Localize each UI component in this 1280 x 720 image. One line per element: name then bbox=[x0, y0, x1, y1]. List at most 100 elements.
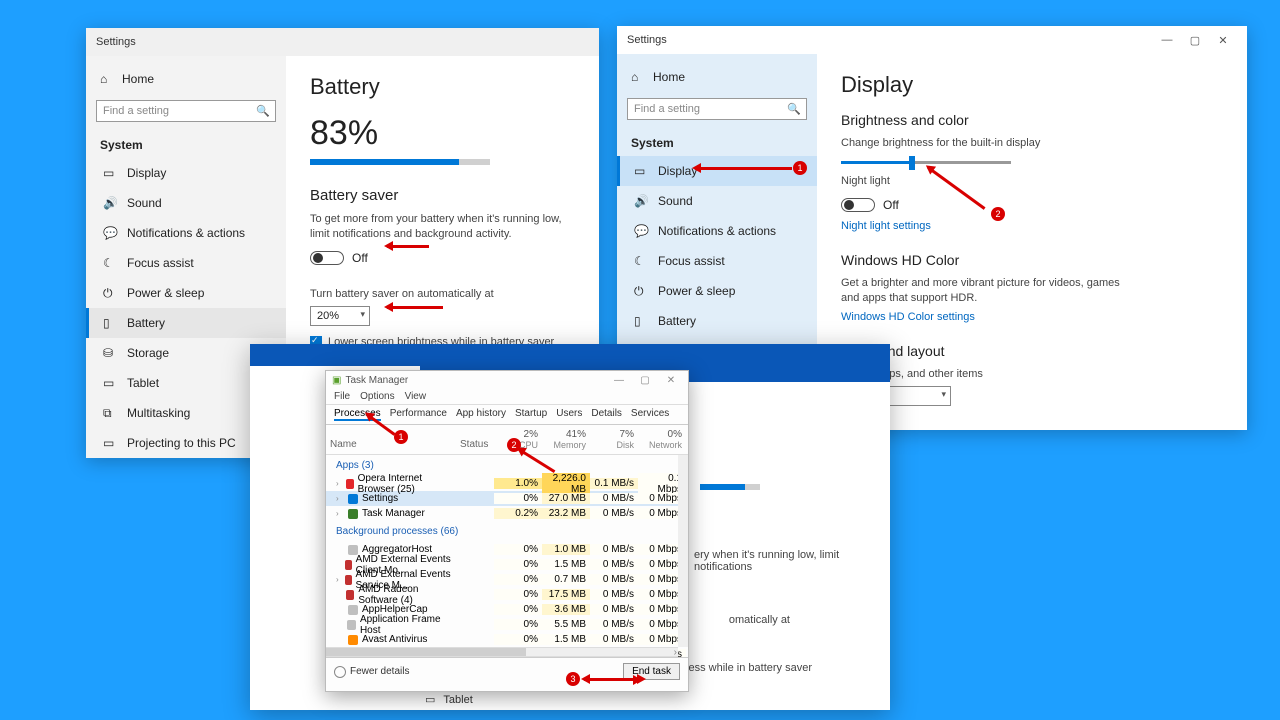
horizontal-scrollbar[interactable]: ‹ › bbox=[326, 647, 678, 657]
process-row[interactable]: AMD Radeon Software (4)0%17.5 MB0 MB/s0 … bbox=[326, 587, 688, 602]
sidebar-item-label: Battery bbox=[127, 316, 165, 330]
col-disk[interactable]: 7%Disk bbox=[590, 428, 638, 452]
tm-titlebar: ▣ Task Manager — ▢ ✕ bbox=[326, 371, 688, 389]
fewer-details-button[interactable]: Fewer details bbox=[334, 666, 409, 678]
expand-icon[interactable]: › bbox=[336, 509, 344, 518]
cpu-cell: 0% bbox=[494, 493, 542, 504]
process-row[interactable]: Application Frame Host0%5.5 MB0 MB/s0 Mb… bbox=[326, 617, 688, 632]
expand-icon[interactable]: › bbox=[336, 479, 342, 488]
nav-icon: ☾ bbox=[103, 256, 117, 270]
nav-icon: ▭ bbox=[634, 164, 648, 178]
sidebar-item-sound[interactable]: 🔊Sound bbox=[86, 188, 286, 218]
cpu-cell: 0% bbox=[494, 544, 542, 555]
sidebar-item-power-sleep[interactable]: ⏻Power & sleep bbox=[86, 278, 286, 308]
annotation-badge-3: 3 bbox=[566, 672, 580, 686]
col-name[interactable]: Name bbox=[326, 437, 456, 452]
col-memory[interactable]: 41%Memory bbox=[542, 428, 590, 452]
night-light-state: Off bbox=[883, 198, 899, 212]
annotation-badge-1: 1 bbox=[793, 161, 807, 175]
brightness-label: Change brightness for the built-in displ… bbox=[841, 136, 1131, 151]
expand-icon[interactable]: › bbox=[336, 494, 344, 503]
disk-cell: 0 MB/s bbox=[590, 574, 638, 585]
night-light-toggle[interactable] bbox=[841, 198, 875, 212]
task-manager-window: ▣ Task Manager — ▢ ✕ FileOptionsView Pro… bbox=[325, 370, 689, 692]
annotation-arrow bbox=[387, 306, 443, 309]
sidebar-item-label: Power & sleep bbox=[127, 286, 204, 300]
annotation-arrow bbox=[387, 245, 429, 248]
process-row[interactable]: Avast Antivirus0%1.5 MB0 MB/s0 Mbps bbox=[326, 632, 688, 647]
maximize-button[interactable]: ▢ bbox=[1181, 34, 1209, 47]
nav-icon: ▭ bbox=[103, 376, 117, 390]
process-row[interactable]: ›Opera Internet Browser (25)1.0%2,226.0 … bbox=[326, 476, 688, 491]
tm-menubar: File Options View bbox=[326, 389, 688, 405]
process-name: Application Frame Host bbox=[360, 614, 452, 636]
search-icon: 🔍 bbox=[256, 105, 270, 118]
tab-details[interactable]: Details bbox=[591, 408, 622, 421]
search-input[interactable]: Find a setting bbox=[627, 98, 807, 120]
sidebar-item-battery[interactable]: ▯Battery bbox=[617, 306, 817, 336]
sidebar-item-power-sleep[interactable]: ⏻Power & sleep bbox=[617, 276, 817, 306]
app-title: Settings bbox=[96, 36, 136, 48]
battery-saver-toggle[interactable] bbox=[310, 251, 344, 265]
minimize-button[interactable]: — bbox=[608, 375, 630, 386]
maximize-button[interactable]: ▢ bbox=[634, 375, 656, 386]
app-icon bbox=[348, 635, 358, 645]
sidebar-item-notifications-actions[interactable]: 💬Notifications & actions bbox=[86, 218, 286, 248]
night-light-settings-link[interactable]: Night light settings bbox=[841, 220, 1223, 232]
tab-performance[interactable]: Performance bbox=[390, 408, 447, 421]
section-brightness: Brightness and color bbox=[841, 112, 1223, 128]
nav-home[interactable]: ⌂ Home bbox=[86, 64, 286, 94]
sidebar-item-display[interactable]: ▭Display bbox=[617, 156, 817, 186]
tm-title-text: Task Manager bbox=[345, 375, 408, 386]
sidebar-item-label: Focus assist bbox=[658, 254, 725, 268]
auto-on-label: Turn battery saver on automatically at bbox=[310, 287, 575, 302]
folder-icon: ▭ bbox=[425, 693, 435, 706]
process-row[interactable]: ›Settings0%27.0 MB0 MB/s0 Mbps bbox=[326, 491, 688, 506]
minimize-button[interactable]: — bbox=[1153, 34, 1181, 46]
sidebar-item-label: Storage bbox=[127, 346, 169, 360]
nav-icon: ⛁ bbox=[103, 346, 117, 360]
tab-app-history[interactable]: App history bbox=[456, 408, 506, 421]
cpu-cell: 0% bbox=[494, 634, 542, 645]
disk-cell: 0 MB/s bbox=[590, 604, 638, 615]
disk-cell: 0 MB/s bbox=[590, 559, 638, 570]
sidebar-item-battery[interactable]: ▯Battery bbox=[86, 308, 286, 338]
fewer-details-label: Fewer details bbox=[350, 666, 409, 677]
sidebar-item-focus-assist[interactable]: ☾Focus assist bbox=[617, 246, 817, 276]
hdcolor-link[interactable]: Windows HD Color settings bbox=[841, 311, 975, 323]
section-battery-saver: Battery saver bbox=[310, 187, 575, 204]
app-icon bbox=[346, 479, 354, 489]
tab-services[interactable]: Services bbox=[631, 408, 669, 421]
nav-home[interactable]: ⌂ Home bbox=[617, 62, 817, 92]
section-hdcolor: Windows HD Color bbox=[841, 252, 1223, 268]
col-status[interactable]: Status bbox=[456, 437, 494, 452]
sidebar-item-label: Multitasking bbox=[127, 406, 190, 420]
tab-startup[interactable]: Startup bbox=[515, 408, 547, 421]
battery-saver-desc: To get more from your battery when it's … bbox=[310, 212, 575, 243]
app-icon bbox=[347, 620, 356, 630]
tab-users[interactable]: Users bbox=[556, 408, 582, 421]
vertical-scrollbar[interactable] bbox=[678, 455, 688, 647]
sidebar-item-focus-assist[interactable]: ☾Focus assist bbox=[86, 248, 286, 278]
close-button[interactable]: ✕ bbox=[660, 375, 682, 386]
close-button[interactable]: ✕ bbox=[1209, 34, 1237, 47]
sidebar-item-display[interactable]: ▭Display bbox=[86, 158, 286, 188]
col-network[interactable]: 0%Network bbox=[638, 428, 686, 452]
chevron-up-icon bbox=[334, 666, 346, 678]
nav-icon: ⧉ bbox=[103, 406, 117, 420]
category-label: System bbox=[617, 126, 817, 156]
titlebar: Settings bbox=[86, 28, 599, 56]
sidebar-item-notifications-actions[interactable]: 💬Notifications & actions bbox=[617, 216, 817, 246]
sidebar-item-sound[interactable]: 🔊Sound bbox=[617, 186, 817, 216]
disk-cell: 0 MB/s bbox=[590, 619, 638, 630]
menu-options[interactable]: Options bbox=[360, 391, 394, 402]
menu-file[interactable]: File bbox=[334, 391, 350, 402]
cpu-cell: 0% bbox=[494, 604, 542, 615]
auto-on-dropdown[interactable]: 20% bbox=[310, 306, 370, 326]
toggle-label: Off bbox=[352, 251, 368, 265]
process-row[interactable]: ›Task Manager0.2%23.2 MB0 MB/s0 Mbps bbox=[326, 506, 688, 521]
memory-cell: 5.5 MB bbox=[542, 619, 590, 630]
nav-icon: 🔊 bbox=[103, 196, 117, 210]
search-input[interactable]: Find a setting bbox=[96, 100, 276, 122]
menu-view[interactable]: View bbox=[405, 391, 427, 402]
